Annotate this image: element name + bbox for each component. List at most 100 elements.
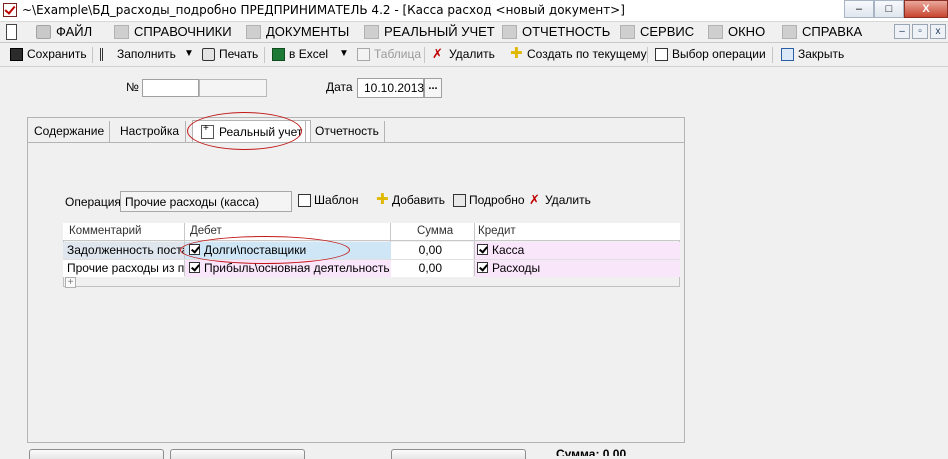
cell-debit[interactable]: Долги\поставщики (185, 242, 391, 259)
print-button[interactable]: Печать (202, 47, 258, 61)
checkbox-icon[interactable] (189, 262, 200, 273)
cell-credit[interactable]: Расходы (475, 260, 680, 277)
menu-real-accounting[interactable]: РЕАЛЬНЫЙ УЧЕТ (364, 24, 495, 39)
mdi-restore-button[interactable]: ▫ (912, 24, 928, 39)
maximize-button[interactable]: □ (874, 0, 904, 18)
new-document-icon[interactable] (6, 24, 17, 40)
add-button[interactable]: ✚ Добавить (376, 190, 446, 208)
total-sum: Сумма: 0,00 (556, 449, 627, 456)
detail-icon (453, 193, 466, 207)
save-label: Сохранить (27, 47, 87, 61)
column-comment[interactable]: Комментарий (69, 225, 141, 237)
grid-header (63, 223, 680, 241)
bottom-button-3[interactable] (391, 449, 526, 459)
cell-sum[interactable]: 0,00 (391, 260, 473, 277)
table-button[interactable]: Таблица (357, 47, 421, 61)
menu-help[interactable]: СПРАВКА (782, 24, 862, 39)
printer-icon (202, 47, 215, 61)
cell-debit-text: Прибыль\основная деятельность (204, 261, 390, 275)
cell-debit-text: Долги\поставщики (204, 243, 307, 257)
cell-sum[interactable]: 0,00 (391, 242, 473, 259)
date-label: Дата (326, 80, 353, 94)
folder-icon (36, 24, 51, 39)
title-bar: ~\Example\БД_расходы_подробно ПРЕДПРИНИМ… (0, 0, 948, 22)
menu-documents-label: ДОКУМЕНТЫ (266, 24, 350, 39)
delete-label: Удалить (449, 47, 495, 61)
excel-label: в Excel (289, 47, 329, 61)
tab-content-label: Содержание (34, 124, 105, 138)
column-sum[interactable]: Сумма (417, 225, 453, 237)
cell-credit-text: Касса (492, 243, 525, 257)
plus-icon: ✚ (376, 190, 389, 208)
template-label: Шаблон (314, 193, 359, 207)
cell-debit[interactable]: Прибыль\основная деятельность (185, 260, 391, 277)
operation-label: Операция (65, 195, 121, 209)
tab-content[interactable]: Содержание (34, 120, 104, 142)
save-button[interactable]: Сохранить (10, 47, 87, 61)
create-from-current-button[interactable]: ✚ Создать по текущему (510, 44, 647, 62)
menu-window-label: ОКНО (728, 24, 766, 39)
menu-reports[interactable]: ОТЧЕТНОСТЬ (502, 24, 610, 39)
mdi-minimize-button[interactable]: – (894, 24, 910, 39)
menu-service[interactable]: СЕРВИС (620, 24, 694, 39)
excel-dropdown-arrow[interactable]: ▼ (339, 48, 349, 59)
mdi-close-button[interactable]: x (930, 24, 946, 39)
column-credit[interactable]: Кредит (478, 225, 516, 237)
bottom-button-1[interactable] (29, 449, 164, 459)
number-input[interactable] (142, 79, 199, 97)
date-picker-button[interactable]: ... (424, 78, 442, 98)
date-input[interactable]: 10.10.2013 (357, 78, 424, 98)
operation-delete-button[interactable]: ✗ Удалить (529, 193, 591, 208)
menu-bar: ФАЙЛ СПРАВОЧНИКИ ДОКУМЕНТЫ РЕАЛЬНЫЙ УЧЕТ… (0, 22, 948, 43)
create-from-label: Создать по текущему (527, 47, 647, 61)
number-label: № (126, 80, 139, 94)
tab-reports[interactable]: Отчетность (315, 120, 379, 142)
column-debit[interactable]: Дебет (190, 225, 222, 237)
fill-icon (100, 47, 113, 61)
cell-credit[interactable]: Касса (475, 242, 680, 259)
tab-settings[interactable]: Настройка (120, 120, 179, 142)
table-row[interactable]: Задолженность поста Долги\поставщики 0,0… (63, 242, 680, 259)
minimize-button[interactable]: – (844, 0, 874, 18)
menu-references-label: СПРАВОЧНИКИ (134, 24, 232, 39)
mdi-controls: – ▫ x (894, 24, 946, 39)
menu-service-label: СЕРВИС (640, 24, 695, 39)
close-button[interactable]: Закрыть (781, 47, 844, 61)
template-button[interactable]: Шаблон (298, 193, 358, 207)
tab-real-accounting[interactable]: Реальный учет (192, 120, 312, 142)
table-row[interactable]: Прочие расходы из пр Прибыль\основная де… (63, 259, 680, 277)
menu-file[interactable]: ФАЙЛ (36, 24, 92, 39)
checkbox-icon[interactable] (477, 244, 488, 255)
plus-icon: ✚ (510, 44, 523, 62)
menu-references[interactable]: СПРАВОЧНИКИ (114, 24, 232, 39)
checkbox-icon[interactable] (189, 244, 200, 255)
fill-dropdown-arrow[interactable]: ▼ (184, 48, 194, 59)
add-label: Добавить (392, 193, 446, 207)
close-window-button[interactable]: X (904, 0, 948, 18)
menu-documents[interactable]: ДОКУМЕНТЫ (246, 24, 349, 39)
table-label: Таблица (374, 47, 422, 61)
checkbox-icon[interactable] (477, 262, 488, 273)
app-icon (3, 3, 17, 17)
add-row-button[interactable]: + (65, 277, 76, 288)
delete-icon: ✗ (432, 45, 443, 61)
bottom-button-2[interactable] (170, 449, 305, 459)
delete-button[interactable]: ✗ Удалить (432, 45, 495, 62)
cell-comment[interactable]: Прочие расходы из пр (63, 260, 184, 277)
tab-settings-label: Настройка (120, 124, 180, 138)
fill-label: Заполнить (117, 47, 176, 61)
print-label: Печать (219, 47, 259, 61)
cell-comment[interactable]: Задолженность поста (63, 242, 184, 259)
service-icon (620, 24, 635, 39)
select-operation-button[interactable]: Выбор операции (655, 47, 766, 61)
detail-button[interactable]: Подробно (453, 193, 525, 207)
book-icon (114, 24, 129, 39)
menu-real-accounting-label: РЕАЛЬНЫЙ УЧЕТ (384, 24, 495, 39)
exit-icon (781, 47, 794, 61)
fill-button[interactable]: Заполнить (100, 47, 176, 61)
operation-icon (655, 47, 668, 61)
menu-window[interactable]: ОКНО (708, 24, 765, 39)
excel-icon (272, 47, 285, 61)
excel-button[interactable]: в Excel (272, 47, 328, 61)
operation-field[interactable]: Прочие расходы (касса) (120, 191, 292, 212)
